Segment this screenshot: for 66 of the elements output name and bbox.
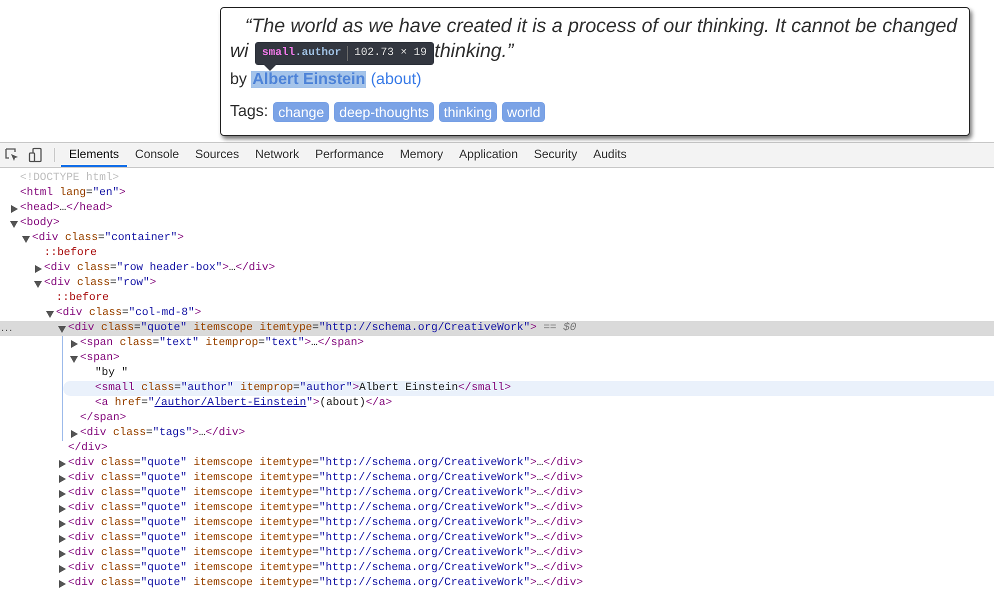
- dom-tree-row[interactable]: <div class="quote" itemscope itemtype="http://schema.org/CreativeWork">…</div>: [0, 546, 994, 561]
- dom-tree-row[interactable]: <a href="/author/Albert-Einstein">(about)</a>: [63, 396, 994, 411]
- expand-triangle-icon[interactable]: [58, 474, 66, 482]
- dom-tree-row[interactable]: <div class="col-md-8">: [0, 306, 994, 321]
- dom-tree-row[interactable]: <div class="quote" itemscope itemtype="http://schema.org/CreativeWork">…</div>: [0, 501, 994, 516]
- expand-triangle-icon[interactable]: [58, 490, 66, 498]
- expand-triangle-icon[interactable]: [10, 204, 18, 212]
- tags-label: Tags:: [230, 102, 268, 122]
- expand-triangle-icon[interactable]: [58, 460, 66, 468]
- author-name: Albert Einstein: [251, 71, 366, 88]
- dom-tree-row[interactable]: ::before: [0, 246, 994, 261]
- dom-tree-row[interactable]: <div class="quote" itemscope itemtype="http://schema.org/CreativeWork">…</div>: [0, 456, 994, 471]
- expand-triangle-icon[interactable]: [58, 504, 66, 512]
- collapse-triangle-icon[interactable]: [34, 280, 42, 288]
- dom-tree-row[interactable]: <div class="quote" itemscope itemtype="http://schema.org/CreativeWork">…</div>: [0, 531, 994, 546]
- dom-tree-row[interactable]: <div class="quote" itemscope itemtype="http://schema.org/CreativeWork">…</div>: [0, 471, 994, 486]
- collapse-triangle-icon[interactable]: [22, 234, 30, 242]
- expand-triangle-icon[interactable]: [70, 340, 78, 348]
- expand-triangle-icon[interactable]: [70, 430, 78, 438]
- expand-triangle-icon[interactable]: [58, 580, 66, 588]
- more-options-button[interactable]: ...: [1, 321, 14, 336]
- dom-tree-row[interactable]: <div class="container">: [0, 231, 994, 246]
- dom-tree-row[interactable]: <small class="author" itemprop="author">Albert Einstein</small>: [63, 381, 994, 396]
- dom-tree-row[interactable]: </span>: [63, 411, 994, 426]
- quote-text: “The world as we have created it is a process of our thinking. It cannot be changed: [244, 14, 958, 39]
- dom-tree-row[interactable]: "by ": [63, 366, 994, 381]
- devtools-tab[interactable]: Elements: [61, 143, 128, 167]
- dom-tree-row[interactable]: </div>: [0, 441, 994, 456]
- devtools-tab[interactable]: Audits: [585, 143, 635, 167]
- devtools-tab[interactable]: Memory: [392, 143, 452, 167]
- tooltip-size: 102.73 × 19: [354, 46, 427, 62]
- dom-tree-row[interactable]: <div class="row header-box">…</div>: [0, 261, 994, 276]
- expand-triangle-icon[interactable]: [34, 264, 42, 272]
- by-label: by: [230, 71, 247, 88]
- dom-tree-row[interactable]: <head>…</head>: [0, 201, 994, 216]
- devtools-tab[interactable]: Console: [127, 143, 188, 167]
- dom-tree-row[interactable]: <div class="quote" itemscope itemtype="http://schema.org/CreativeWork"> == $0 ...: [0, 321, 994, 336]
- devtools-tab[interactable]: Sources: [187, 143, 248, 167]
- collapse-triangle-icon[interactable]: [10, 220, 18, 228]
- dom-tree-row[interactable]: <div class="quote" itemscope itemtype="http://schema.org/CreativeWork">…</div>: [0, 561, 994, 576]
- devtools-tab[interactable]: Network: [247, 143, 308, 167]
- tooltip-class-name: .author: [295, 46, 342, 62]
- dom-tree-row[interactable]: ::before: [0, 291, 994, 306]
- expand-triangle-icon[interactable]: [58, 550, 66, 558]
- dom-tree-row[interactable]: <body>: [0, 216, 994, 231]
- devtools-tab[interactable]: Application: [451, 143, 526, 167]
- tooltip-tag-name: small: [262, 46, 296, 62]
- collapse-triangle-icon[interactable]: [70, 354, 78, 362]
- dom-tree-row[interactable]: <div class="quote" itemscope itemtype="http://schema.org/CreativeWork">…</div>: [0, 576, 994, 591]
- collapse-triangle-icon[interactable]: [46, 310, 54, 318]
- quote-text: thinking.”: [434, 39, 514, 64]
- devtools-tab[interactable]: Security: [526, 143, 586, 167]
- collapse-triangle-icon[interactable]: [58, 324, 66, 332]
- dom-tree-row[interactable]: <div class="row">: [0, 276, 994, 291]
- dom-tree-row[interactable]: <div class="quote" itemscope itemtype="http://schema.org/CreativeWork">…</div>: [0, 486, 994, 501]
- quote-text: wi: [230, 39, 248, 64]
- dom-tree-row[interactable]: <html lang="en">: [0, 186, 994, 201]
- dom-tree-row[interactable]: <span class="text" itemprop="text">…</span>: [63, 336, 994, 351]
- dom-tree-row[interactable]: <div class="tags">…</div>: [63, 426, 994, 441]
- devtools-tab[interactable]: Performance: [307, 143, 392, 167]
- expand-triangle-icon[interactable]: [58, 564, 66, 572]
- expand-triangle-icon[interactable]: [58, 534, 66, 542]
- dom-tree-row[interactable]: <span>: [63, 351, 994, 366]
- about-link[interactable]: (about): [370, 71, 422, 88]
- expand-triangle-icon[interactable]: [58, 520, 66, 528]
- dom-tree-row[interactable]: <div class="quote" itemscope itemtype="http://schema.org/CreativeWork">…</div>: [0, 516, 994, 531]
